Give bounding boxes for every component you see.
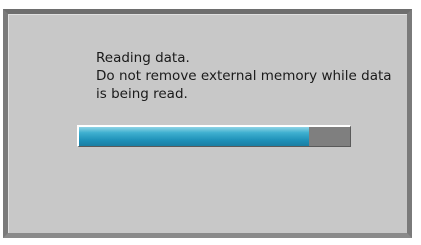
progress-bar-fill <box>79 127 310 146</box>
reading-data-dialog: Reading data. Do not remove external mem… <box>3 9 412 238</box>
dialog-message: Reading data. Do not remove external mem… <box>96 49 406 103</box>
message-line-3: is being read. <box>96 86 188 102</box>
message-line-1: Reading data. <box>96 50 190 66</box>
message-line-2: Do not remove external memory while data <box>96 68 392 84</box>
screen: Reading data. Do not remove external mem… <box>0 0 421 245</box>
progress-bar <box>77 125 351 147</box>
